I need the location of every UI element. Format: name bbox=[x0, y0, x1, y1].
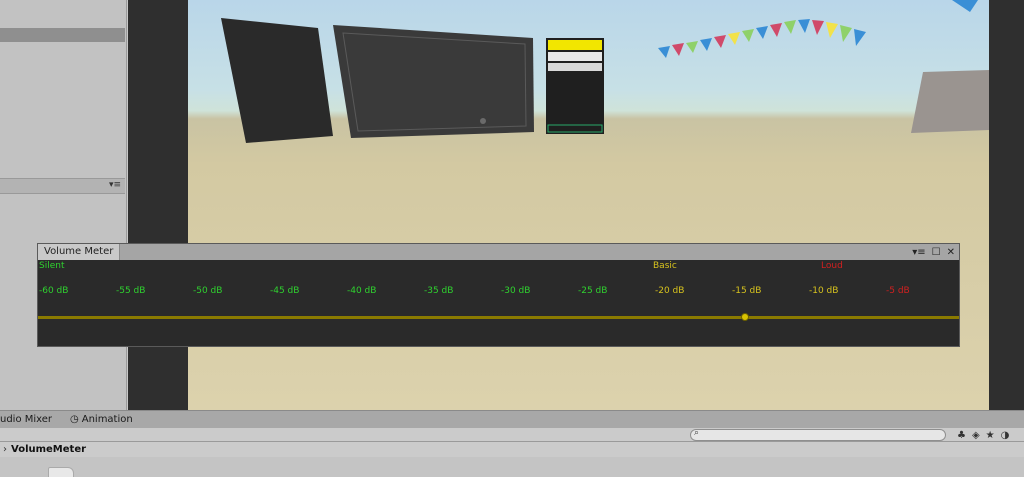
db-label: -55 dB bbox=[116, 286, 146, 296]
volume-meter-body: Silent Basic Loud -60 dB -55 dB -50 dB -45 … bbox=[38, 260, 959, 346]
db-label: -15 dB bbox=[732, 286, 762, 296]
search-icon: ⌕ bbox=[694, 428, 700, 438]
toolbar-icons: ♣ ◈ ★ ◑ bbox=[957, 428, 1009, 442]
volume-slider-track[interactable] bbox=[38, 316, 959, 319]
db-label: -50 dB bbox=[193, 286, 223, 296]
scene-ui-highlight bbox=[548, 40, 602, 50]
volume-meter-titlebar[interactable]: Volume Meter ▾≡ ☐ ✕ bbox=[38, 244, 959, 260]
search-field[interactable]: ⌕ bbox=[690, 428, 946, 441]
favorites-star-icon[interactable]: ★ bbox=[986, 430, 995, 441]
close-icon[interactable]: ✕ bbox=[947, 247, 955, 258]
asset-grid bbox=[0, 457, 1024, 477]
filter-by-label-icon[interactable]: ◈ bbox=[972, 430, 980, 441]
db-label: -45 dB bbox=[270, 286, 300, 296]
bunting-flags bbox=[658, 19, 866, 58]
viewport-border-right bbox=[989, 0, 1024, 410]
panel-menu-icon[interactable]: ▾≡ bbox=[109, 180, 121, 190]
filter-by-type-icon[interactable]: ♣ bbox=[957, 430, 966, 441]
scene-screen bbox=[333, 25, 534, 138]
db-label: -60 dB bbox=[39, 286, 69, 296]
tab-animation-label: Animation bbox=[81, 414, 133, 425]
maximize-icon[interactable]: ☐ bbox=[932, 247, 941, 258]
zone-label-silent: Silent bbox=[39, 261, 65, 271]
search-input[interactable] bbox=[705, 430, 941, 440]
tab-animation[interactable]: ◷ Animation bbox=[70, 411, 133, 429]
db-label: -40 dB bbox=[347, 286, 377, 296]
breadcrumb-bar: › VolumeMeter bbox=[0, 442, 1024, 457]
scene-panel-left bbox=[221, 18, 333, 143]
zone-label-basic: Basic bbox=[653, 261, 677, 271]
db-label: -5 dB bbox=[886, 286, 910, 296]
clock-icon: ◷ bbox=[70, 414, 79, 425]
asset-thumbnail[interactable] bbox=[48, 467, 74, 477]
hidden-packages-icon[interactable]: ◑ bbox=[1001, 430, 1010, 441]
unity-editor: ▾≡ Volume Meter ▾≡ ☐ ✕ Silent Basic Loud… bbox=[0, 0, 1024, 477]
scene-ui-row bbox=[548, 63, 602, 71]
db-scale: -60 dB -55 dB -50 dB -45 dB -40 dB -35 dB -30 … bbox=[38, 286, 959, 298]
panel-header: ▾≡ bbox=[0, 178, 125, 194]
db-label: -20 dB bbox=[655, 286, 685, 296]
project-toolbar: ⌕ ♣ ◈ ★ ◑ bbox=[0, 428, 1024, 442]
scene-ui-row bbox=[548, 52, 602, 61]
db-label: -10 dB bbox=[809, 286, 839, 296]
viewport-border-left bbox=[128, 0, 188, 410]
cluster-logo-icon bbox=[480, 118, 486, 124]
window-controls: ▾≡ ☐ ✕ bbox=[912, 244, 955, 260]
db-label: -25 dB bbox=[578, 286, 608, 296]
db-label: -35 dB bbox=[424, 286, 454, 296]
db-label: -30 dB bbox=[501, 286, 531, 296]
scene-render bbox=[221, 0, 989, 143]
volume-meter-tab[interactable]: Volume Meter bbox=[38, 244, 121, 260]
game-viewport[interactable] bbox=[188, 0, 989, 410]
scene-building bbox=[911, 70, 989, 133]
selected-row[interactable] bbox=[0, 28, 125, 42]
bottom-tab-bar: udio Mixer ◷ Animation bbox=[0, 410, 1024, 428]
breadcrumb: › VolumeMeter bbox=[3, 442, 86, 457]
window-menu-icon[interactable]: ▾≡ bbox=[912, 247, 925, 258]
volume-meter-window[interactable]: Volume Meter ▾≡ ☐ ✕ Silent Basic Loud -6… bbox=[37, 243, 960, 347]
chevron-right-icon: › bbox=[3, 444, 7, 455]
tab-audio-mixer[interactable]: udio Mixer bbox=[0, 411, 52, 429]
volume-slider-thumb[interactable] bbox=[741, 313, 749, 321]
breadcrumb-current[interactable]: VolumeMeter bbox=[11, 444, 86, 455]
inspector-panel: ▾≡ bbox=[0, 0, 127, 410]
zone-label-loud: Loud bbox=[821, 261, 843, 271]
bunting-flag-corner bbox=[952, 0, 978, 12]
